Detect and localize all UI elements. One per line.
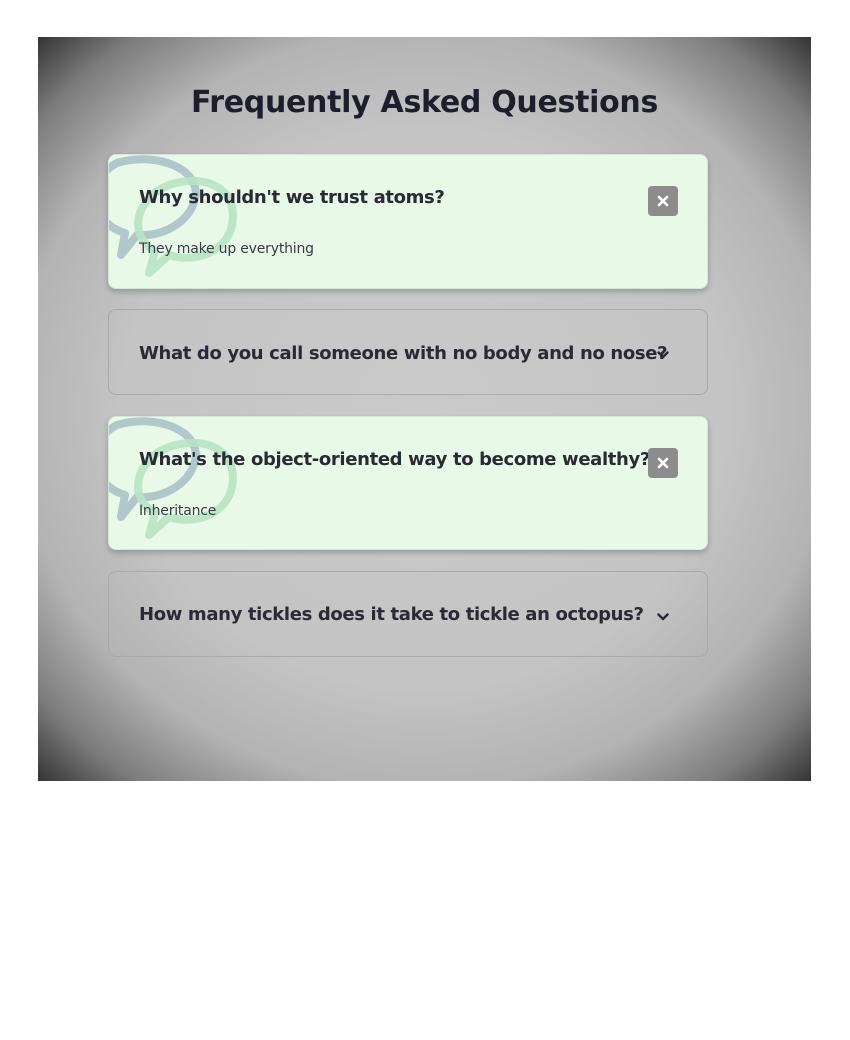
chevron-down-icon: [657, 351, 669, 359]
chevron-down-icon: [657, 613, 669, 621]
faq-question[interactable]: What do you call someone with no body an…: [139, 343, 668, 364]
close-icon: [657, 195, 669, 207]
page-title: Frequently Asked Questions: [190, 85, 659, 120]
faq-answer: They make up everything: [139, 241, 314, 257]
faq-question[interactable]: What's the object-oriented way to become…: [139, 449, 650, 470]
chat-bubbles-icon: [109, 417, 237, 539]
faq-answer: Inheritance: [139, 503, 217, 519]
faq-container: Frequently Asked Questions Why shouldn't…: [38, 37, 811, 781]
faq-item[interactable]: Why shouldn't we trust atoms? They make …: [108, 154, 708, 289]
faq-toggle-button[interactable]: [653, 345, 673, 365]
faq-item[interactable]: How many tickles does it take to tickle …: [108, 571, 708, 657]
faq-toggle-button[interactable]: [648, 186, 678, 216]
faq-item[interactable]: What do you call someone with no body an…: [108, 309, 708, 395]
faq-question[interactable]: How many tickles does it take to tickle …: [139, 604, 644, 625]
chat-bubbles-icon: [109, 155, 237, 277]
close-icon: [657, 457, 669, 469]
faq-toggle-button[interactable]: [653, 607, 673, 627]
faq-toggle-button[interactable]: [648, 448, 678, 478]
faq-item[interactable]: What's the object-oriented way to become…: [108, 416, 708, 550]
faq-question[interactable]: Why shouldn't we trust atoms?: [139, 187, 445, 208]
